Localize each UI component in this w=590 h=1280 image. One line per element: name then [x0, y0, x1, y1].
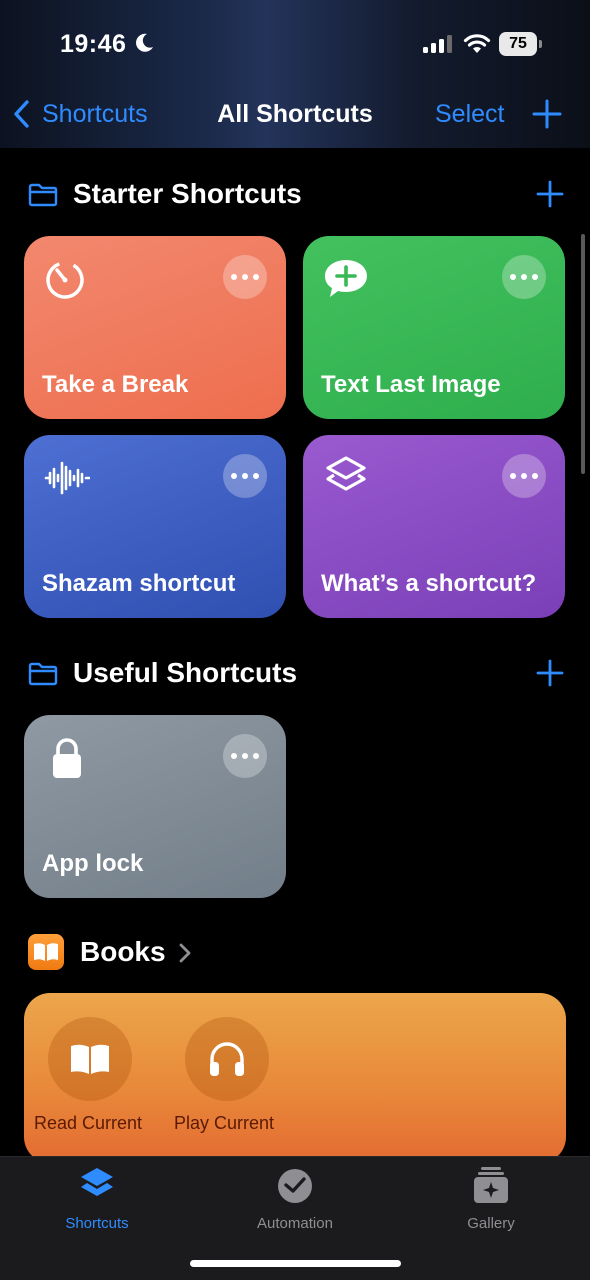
read-current-label: Read Current: [34, 1113, 143, 1133]
add-shortcut-button[interactable]: [532, 99, 562, 129]
scroll-indicator: [581, 234, 585, 474]
books-actions-card: Read Current Play Current: [24, 993, 566, 1156]
section-title: Starter Shortcuts: [73, 178, 302, 209]
shortcut-label: Take a Break: [42, 371, 189, 398]
waveform-icon: [44, 461, 90, 495]
status-bar: 19:46 75: [0, 0, 590, 90]
books-app-icon: [28, 934, 64, 970]
select-button[interactable]: Select: [435, 100, 504, 129]
books-title: Books: [80, 936, 166, 967]
navigation-bar: Shortcuts All Shortcuts Select: [0, 90, 590, 140]
shortcuts-list[interactable]: Starter Shortcuts Take a Break Text Last…: [0, 148, 590, 1156]
message-plus-icon: [325, 260, 367, 297]
more-options-button[interactable]: [223, 255, 267, 299]
timer-icon: [46, 261, 84, 299]
battery-indicator: 75: [499, 32, 543, 56]
shortcut-card-whats-a-shortcut[interactable]: What’s a shortcut?: [303, 435, 565, 618]
read-current-button[interactable]: [48, 1017, 132, 1101]
lock-icon: [53, 738, 81, 778]
tab-shortcuts[interactable]: Shortcuts: [22, 1165, 172, 1232]
shortcut-label: Text Last Image: [321, 371, 501, 398]
more-options-button[interactable]: [223, 454, 267, 498]
tab-label: Automation: [257, 1215, 333, 1232]
status-time: 19:46: [60, 30, 127, 58]
section-title: Useful Shortcuts: [73, 657, 298, 688]
books-section-header[interactable]: Books: [0, 934, 590, 974]
clock-check-icon: [278, 1169, 312, 1203]
moon-icon: [136, 33, 153, 52]
folder-icon: [28, 183, 58, 207]
add-to-folder-button[interactable]: [536, 180, 564, 208]
section-header-starter: Starter Shortcuts: [0, 175, 590, 215]
section-header-useful: Useful Shortcuts: [0, 654, 590, 694]
shortcut-card-app-lock[interactable]: App lock: [24, 715, 286, 898]
book-icon: [71, 1044, 109, 1074]
shortcut-card-take-a-break[interactable]: Take a Break: [24, 236, 286, 419]
chevron-right-icon: [179, 943, 191, 963]
tab-label: Gallery: [467, 1215, 515, 1232]
shortcut-card-shazam[interactable]: Shazam shortcut: [24, 435, 286, 618]
shortcut-label: What’s a shortcut?: [321, 570, 537, 597]
more-options-button[interactable]: [502, 255, 546, 299]
tab-label: Shortcuts: [65, 1215, 129, 1232]
shortcuts-layers-icon: [326, 456, 366, 491]
more-options-button[interactable]: [502, 454, 546, 498]
battery-level: 75: [499, 32, 537, 56]
signal-icon: [423, 35, 452, 53]
tab-gallery[interactable]: Gallery: [416, 1165, 566, 1232]
shortcut-label: Shazam shortcut: [42, 570, 236, 597]
shortcut-label: App lock: [42, 850, 144, 877]
shortcut-card-text-last-image[interactable]: Text Last Image: [303, 236, 565, 419]
add-to-folder-button[interactable]: [536, 659, 564, 687]
top-header: 19:46 75 Shortcuts All Shortcuts Select: [0, 0, 590, 148]
shortcuts-icon: [81, 1168, 113, 1196]
play-current-label: Play Current: [174, 1113, 275, 1133]
battery-tip: [539, 40, 542, 48]
wifi-icon: [463, 34, 491, 53]
home-indicator: [190, 1260, 401, 1267]
tab-automation[interactable]: Automation: [220, 1165, 370, 1232]
play-current-button[interactable]: [185, 1017, 269, 1101]
folder-icon: [28, 662, 58, 686]
more-options-button[interactable]: [223, 734, 267, 778]
headphones-icon: [210, 1042, 244, 1076]
gallery-icon: [474, 1167, 508, 1203]
